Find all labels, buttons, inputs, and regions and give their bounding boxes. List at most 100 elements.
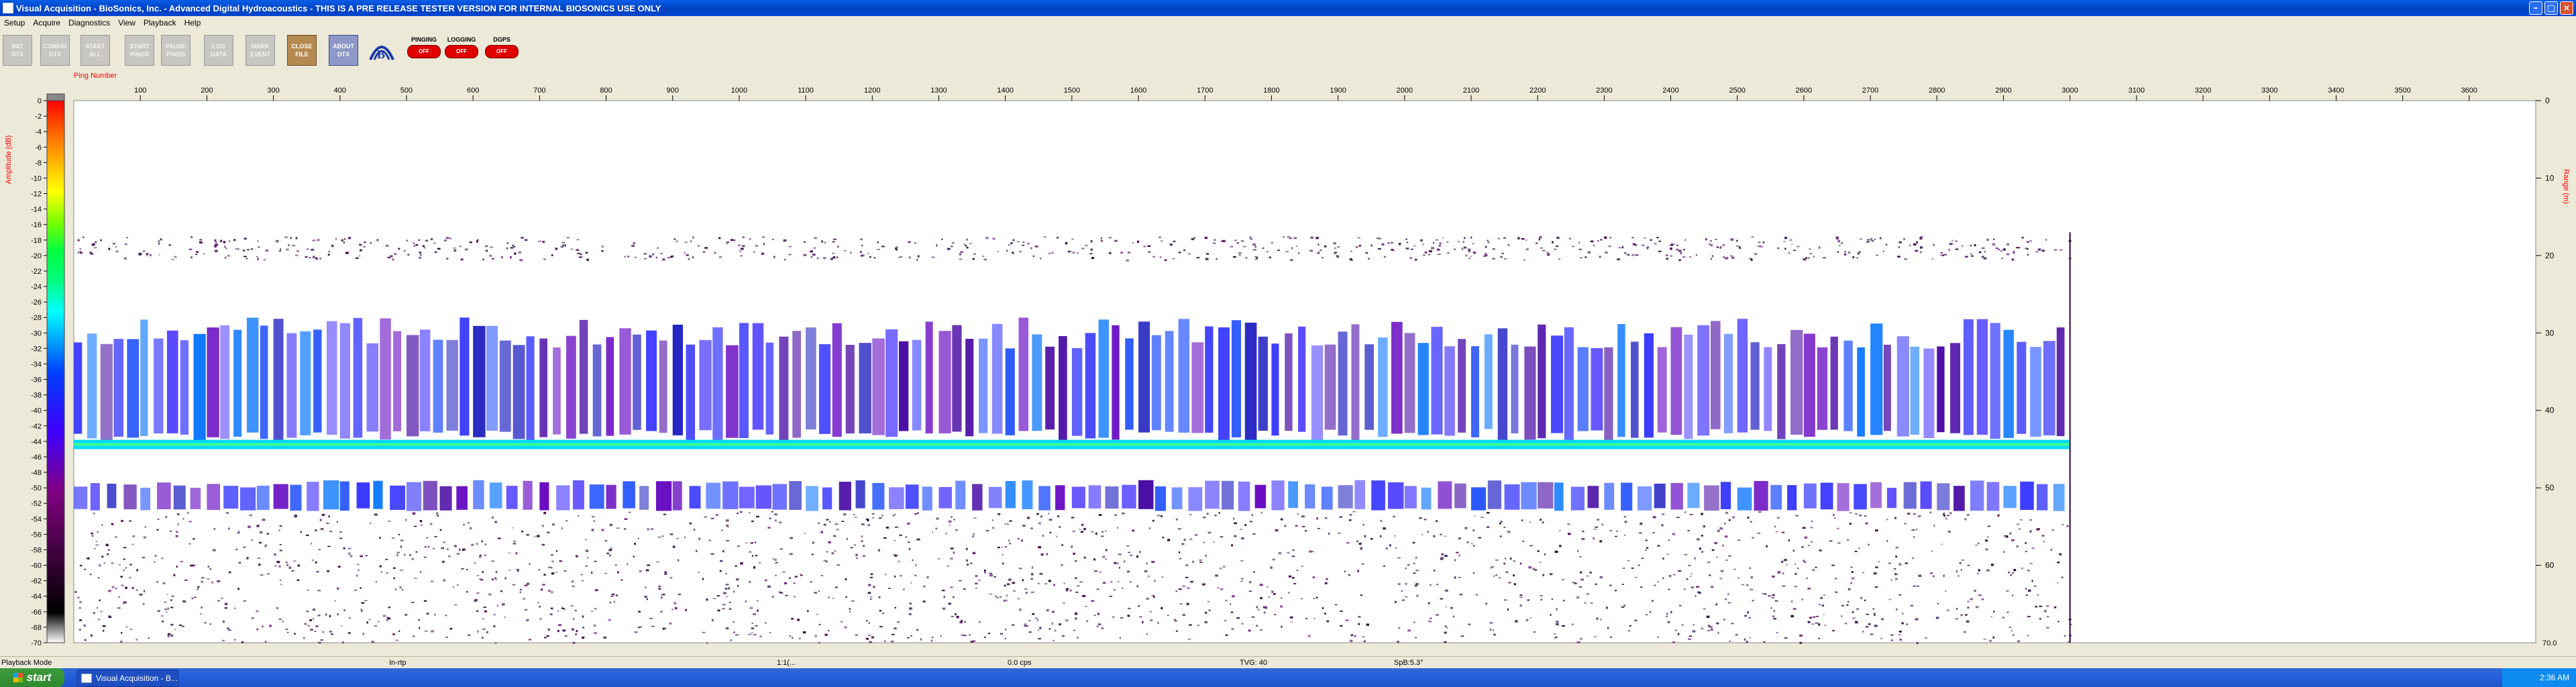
echo-speckle bbox=[1462, 241, 1464, 244]
echo-speckle bbox=[266, 533, 269, 535]
x-tick-label: 1200 bbox=[864, 87, 880, 95]
echo-column bbox=[539, 482, 549, 511]
echo-speckle bbox=[1249, 521, 1252, 523]
close-file-button[interactable]: CLOSE FILE bbox=[287, 35, 317, 66]
close-icon[interactable]: × bbox=[2560, 1, 2573, 15]
echo-speckle bbox=[361, 602, 365, 604]
echo-speckle bbox=[1711, 628, 1713, 631]
echo-speckle bbox=[1782, 585, 1786, 587]
echo-speckle bbox=[1716, 556, 1718, 558]
echo-speckle bbox=[356, 574, 358, 577]
echo-speckle bbox=[1300, 598, 1303, 600]
echo-speckle bbox=[1875, 566, 1878, 568]
echo-speckle bbox=[1799, 634, 1803, 637]
echo-column bbox=[633, 334, 641, 430]
echo-speckle bbox=[1161, 515, 1163, 517]
mark-event-button[interactable]: MARK EVENT bbox=[246, 35, 275, 66]
echo-speckle bbox=[413, 525, 417, 527]
echo-speckle bbox=[382, 615, 386, 617]
pause-pings-button[interactable]: PAUSE PINGS bbox=[161, 35, 191, 66]
echo-speckle bbox=[1348, 574, 1350, 576]
echo-speckle bbox=[1266, 251, 1269, 253]
echo-speckle bbox=[984, 571, 986, 574]
menu-acquire[interactable]: Acquire bbox=[29, 18, 64, 28]
echo-speckle bbox=[1949, 512, 1952, 515]
echo-speckle bbox=[99, 599, 101, 602]
echo-speckle bbox=[1232, 595, 1235, 598]
start-pings-button[interactable]: START PINGS bbox=[125, 35, 154, 66]
start-button[interactable]: start bbox=[0, 668, 64, 687]
echo-speckle bbox=[696, 549, 698, 552]
echo-speckle bbox=[223, 241, 226, 244]
dgps-label: DGPS bbox=[493, 36, 511, 43]
echo-speckle bbox=[250, 248, 254, 250]
echo-speckle bbox=[1357, 570, 1360, 572]
echo-speckle bbox=[572, 641, 576, 644]
echo-speckle bbox=[1996, 247, 1998, 250]
minimize-icon[interactable]: – bbox=[2529, 1, 2542, 15]
echo-speckle bbox=[1193, 237, 1196, 239]
echo-column bbox=[1720, 482, 1731, 509]
echo-speckle bbox=[1368, 258, 1370, 260]
echo-speckle bbox=[2029, 530, 2032, 533]
about-dtx-button[interactable]: ABOUT DTX bbox=[329, 35, 358, 66]
echo-speckle bbox=[1438, 244, 1442, 248]
echo-speckle bbox=[282, 621, 284, 623]
echo-speckle bbox=[577, 252, 580, 254]
echo-speckle bbox=[1556, 621, 1559, 623]
echo-speckle bbox=[832, 241, 835, 243]
maximize-icon[interactable]: □ bbox=[2544, 1, 2558, 15]
echo-column bbox=[154, 338, 164, 434]
echo-speckle bbox=[1670, 255, 1672, 258]
echo-speckle bbox=[873, 257, 876, 259]
echo-speckle bbox=[1025, 592, 1028, 594]
echo-speckle bbox=[821, 240, 823, 243]
echo-speckle bbox=[1280, 605, 1283, 608]
menu-view[interactable]: View bbox=[114, 18, 140, 28]
echo-speckle bbox=[576, 239, 580, 241]
echo-speckle bbox=[1240, 537, 1244, 539]
echo-speckle bbox=[646, 598, 648, 600]
echo-speckle bbox=[280, 584, 282, 586]
echo-speckle bbox=[725, 627, 729, 629]
echo-speckle bbox=[1894, 517, 1896, 519]
echo-speckle bbox=[1513, 583, 1516, 586]
echo-speckle bbox=[728, 587, 731, 590]
config-dtx-button[interactable]: CONFIG DTX bbox=[40, 35, 70, 66]
echo-speckle bbox=[1763, 641, 1766, 643]
taskbar-item-visual-acquisition[interactable]: Visual Acquisition - B... bbox=[76, 670, 178, 687]
echo-speckle bbox=[1236, 242, 1239, 244]
echo-speckle bbox=[1486, 512, 1490, 514]
echo-speckle bbox=[1824, 624, 1827, 627]
echo-speckle bbox=[494, 521, 497, 523]
echo-speckle bbox=[1540, 519, 1542, 521]
echo-speckle bbox=[1690, 573, 1693, 575]
echo-speckle bbox=[419, 254, 422, 256]
init-dtx-button[interactable]: INIT DTX bbox=[3, 35, 32, 66]
echo-speckle bbox=[1099, 571, 1102, 573]
echo-speckle bbox=[460, 258, 464, 261]
echo-speckle bbox=[131, 586, 134, 590]
log-data-button[interactable]: LOG DATA bbox=[204, 35, 233, 66]
echo-speckle bbox=[1328, 532, 1330, 535]
menu-diagnostics[interactable]: Diagnostics bbox=[64, 18, 114, 28]
status-mode: Playback Mode bbox=[1, 659, 52, 667]
echo-speckle bbox=[412, 512, 416, 515]
amplitude-tick-label: -34 bbox=[31, 360, 42, 368]
echo-speckle bbox=[1792, 250, 1796, 251]
echo-speckle bbox=[193, 538, 195, 540]
start-all-button[interactable]: START ALL bbox=[80, 35, 110, 66]
echo-speckle bbox=[392, 567, 396, 569]
echo-speckle bbox=[543, 511, 546, 515]
menu-setup[interactable]: Setup bbox=[0, 18, 29, 28]
echo-speckle bbox=[1334, 604, 1338, 606]
echo-speckle bbox=[1183, 249, 1186, 252]
echo-speckle bbox=[494, 578, 498, 580]
echo-speckle bbox=[1413, 245, 1416, 247]
menu-help[interactable]: Help bbox=[180, 18, 205, 28]
echo-speckle bbox=[1731, 516, 1735, 519]
menu-playback[interactable]: Playback bbox=[140, 18, 180, 28]
echo-speckle bbox=[398, 630, 400, 632]
start-label: start bbox=[26, 671, 52, 684]
echo-speckle bbox=[1251, 514, 1254, 516]
